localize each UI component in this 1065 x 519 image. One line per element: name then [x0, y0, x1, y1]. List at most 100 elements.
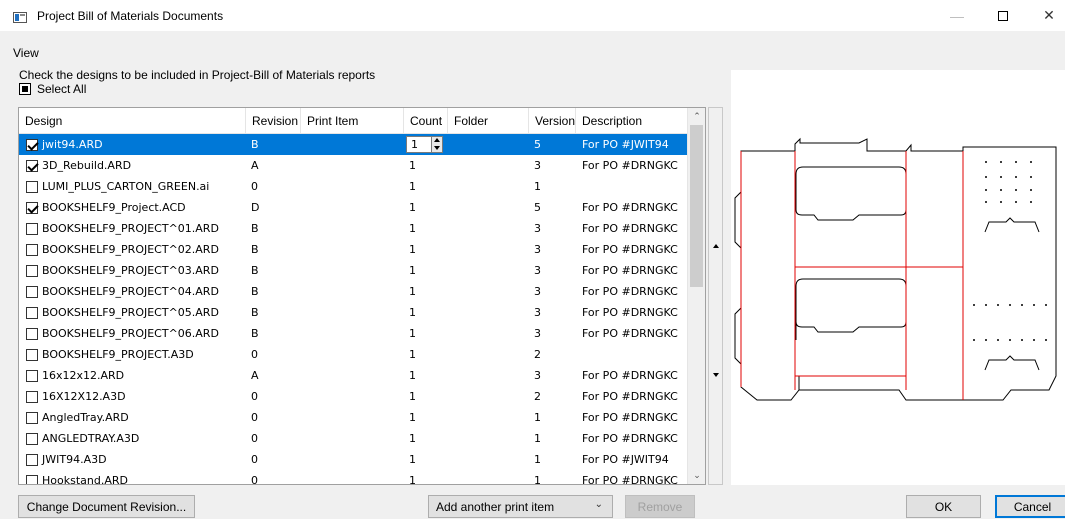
- preview-splitter[interactable]: [708, 107, 723, 485]
- table-header: Design Revision Print Item Count Folder …: [19, 108, 687, 134]
- column-header-version[interactable]: Version: [529, 108, 576, 134]
- minimize-icon[interactable]: —: [934, 0, 980, 31]
- maximize-icon[interactable]: [980, 0, 1026, 31]
- description-cell: For PO #DRNGKC: [582, 327, 678, 340]
- design-name: 3D_Rebuild.ARD: [42, 159, 132, 172]
- version-cell: 3: [534, 159, 541, 172]
- description-cell: For PO #DRNGKC: [582, 159, 678, 172]
- column-header-folder[interactable]: Folder: [448, 108, 529, 134]
- checkbox-unchecked-icon[interactable]: [26, 285, 38, 298]
- checkbox-unchecked-icon[interactable]: [26, 474, 38, 484]
- design-cell: AngledTray.ARD: [26, 407, 129, 428]
- revision-cell: B: [251, 138, 259, 151]
- table-row[interactable]: AngledTray.ARD 0 1 1 For PO #DRNGKC: [19, 407, 687, 428]
- design-cell: jwit94.ARD: [26, 134, 103, 155]
- version-cell: 1: [534, 411, 541, 424]
- scroll-up-icon[interactable]: ⌃: [688, 108, 705, 125]
- select-all-checkbox[interactable]: Select All: [19, 82, 86, 96]
- print-item-select[interactable]: Add another print item ⌄: [428, 495, 613, 518]
- count-cell: 1: [409, 201, 416, 214]
- column-header-print-item[interactable]: Print Item: [301, 108, 404, 134]
- table-row[interactable]: BOOKSHELF9_PROJECT^01.ARD B 1 3 For PO #DRNG…: [19, 218, 687, 239]
- stepper-down-icon[interactable]: [434, 146, 440, 150]
- column-header-revision[interactable]: Revision: [246, 108, 301, 134]
- table-vertical-scrollbar[interactable]: ⌃ ⌄: [687, 108, 705, 484]
- checkbox-checked-icon[interactable]: [26, 201, 38, 214]
- count-stepper[interactable]: 1: [406, 136, 443, 153]
- splitter-up-arrow-icon[interactable]: [713, 244, 719, 248]
- table-row[interactable]: 3D_Rebuild.ARD A 1 3 For PO #DRNGKC: [19, 155, 687, 176]
- table-row[interactable]: BOOKSHELF9_PROJECT^03.ARD B 1 3 For PO #DRNG…: [19, 260, 687, 281]
- checkbox-unchecked-icon[interactable]: [26, 453, 38, 466]
- checkbox-unchecked-icon[interactable]: [26, 432, 38, 445]
- ok-button[interactable]: OK: [906, 495, 981, 518]
- column-header-count[interactable]: Count: [404, 108, 448, 134]
- checkbox-unchecked-icon[interactable]: [26, 327, 38, 340]
- scrollbar-thumb[interactable]: [690, 125, 703, 287]
- title-bar: Project Bill of Materials Documents — ✕: [0, 0, 1065, 31]
- remove-button[interactable]: Remove: [625, 495, 695, 518]
- checkbox-checked-icon[interactable]: [26, 159, 38, 172]
- table-row[interactable]: 16x12x12.ARD A 1 3 For PO #DRNGKC: [19, 365, 687, 386]
- splitter-down-arrow-icon[interactable]: [713, 373, 719, 377]
- close-icon[interactable]: ✕: [1026, 0, 1065, 31]
- revision-cell: 0: [251, 474, 258, 485]
- version-cell: 3: [534, 222, 541, 235]
- version-cell: 1: [534, 432, 541, 445]
- table-row[interactable]: BOOKSHELF9_PROJECT^05.ARD B 1 3 For PO #DRNG…: [19, 302, 687, 323]
- checkbox-unchecked-icon[interactable]: [26, 306, 38, 319]
- checkbox-checked-icon[interactable]: [26, 138, 38, 151]
- count-cell: 1: [409, 306, 416, 319]
- chevron-down-icon[interactable]: ⌄: [595, 499, 603, 510]
- table-row[interactable]: LUMI_PLUS_CARTON_GREEN.ai 0 1 1: [19, 176, 687, 197]
- design-name: BOOKSHELF9_PROJECT^02.ARD: [42, 243, 219, 256]
- design-name: 16X12X12.A3D: [42, 390, 126, 403]
- revision-cell: B: [251, 285, 259, 298]
- column-header-description[interactable]: Description: [576, 108, 687, 134]
- table-row[interactable]: jwit94.ARD B 1 5 For PO #JWIT94: [19, 134, 687, 155]
- checkbox-unchecked-icon[interactable]: [26, 243, 38, 256]
- checkbox-unchecked-icon[interactable]: [26, 264, 38, 277]
- column-header-design[interactable]: Design: [19, 108, 246, 134]
- table-row[interactable]: BOOKSHELF9_PROJECT^02.ARD B 1 3 For PO #DRNG…: [19, 239, 687, 260]
- table-row[interactable]: BOOKSHELF9_PROJECT.A3D 0 1 2: [19, 344, 687, 365]
- table-row[interactable]: ANGLEDTRAY.A3D 0 1 1 For PO #DRNGKC: [19, 428, 687, 449]
- table-row[interactable]: BOOKSHELF9_PROJECT^04.ARD B 1 3 For PO #DRNG…: [19, 281, 687, 302]
- revision-cell: 0: [251, 348, 258, 361]
- description-cell: For PO #DRNGKC: [582, 369, 678, 382]
- version-cell: 5: [534, 138, 541, 151]
- design-name: LUMI_PLUS_CARTON_GREEN.ai: [42, 180, 210, 193]
- table-row[interactable]: 16X12X12.A3D 0 1 2 For PO #DRNGKC: [19, 386, 687, 407]
- checkbox-indeterminate-icon[interactable]: [19, 83, 31, 95]
- checkbox-unchecked-icon[interactable]: [26, 222, 38, 235]
- stepper-buttons[interactable]: [431, 137, 442, 152]
- count-cell: 1: [409, 243, 416, 256]
- revision-cell: B: [251, 264, 259, 277]
- design-cell: BOOKSHELF9_PROJECT^06.ARD: [26, 323, 219, 344]
- dieline-preview-drawing: [734, 137, 1057, 401]
- table-row[interactable]: BOOKSHELF9_PROJECT^06.ARD B 1 3 For PO #DRNG…: [19, 323, 687, 344]
- table-row[interactable]: JWIT94.A3D 0 1 1 For PO #JWIT94: [19, 449, 687, 470]
- count-cell: 1: [409, 369, 416, 382]
- revision-cell: B: [251, 222, 259, 235]
- description-cell: For PO #DRNGKC: [582, 285, 678, 298]
- checkbox-unchecked-icon[interactable]: [26, 411, 38, 424]
- checkbox-unchecked-icon[interactable]: [26, 348, 38, 361]
- checkbox-unchecked-icon[interactable]: [26, 180, 38, 193]
- table-row[interactable]: BOOKSHELF9_Project.ACD D 1 5 For PO #DRNGKC: [19, 197, 687, 218]
- checkbox-unchecked-icon[interactable]: [26, 390, 38, 403]
- table-row[interactable]: Hookstand.ARD 0 1 1 For PO #DRNGKC: [19, 470, 687, 485]
- description-cell: For PO #DRNGKC: [582, 222, 678, 235]
- count-cell: 1: [409, 348, 416, 361]
- stepper-up-icon[interactable]: [434, 138, 440, 142]
- menu-view[interactable]: View: [13, 46, 39, 60]
- scroll-down-icon[interactable]: ⌄: [688, 467, 705, 484]
- revision-cell: A: [251, 369, 259, 382]
- change-document-revision-button[interactable]: Change Document Revision...: [18, 495, 195, 518]
- design-name: jwit94.ARD: [42, 138, 103, 151]
- checkbox-unchecked-icon[interactable]: [26, 369, 38, 382]
- cancel-button[interactable]: Cancel: [995, 495, 1065, 518]
- count-value[interactable]: 1: [411, 137, 418, 152]
- design-cell: 3D_Rebuild.ARD: [26, 155, 131, 176]
- select-all-label: Select All: [37, 82, 87, 96]
